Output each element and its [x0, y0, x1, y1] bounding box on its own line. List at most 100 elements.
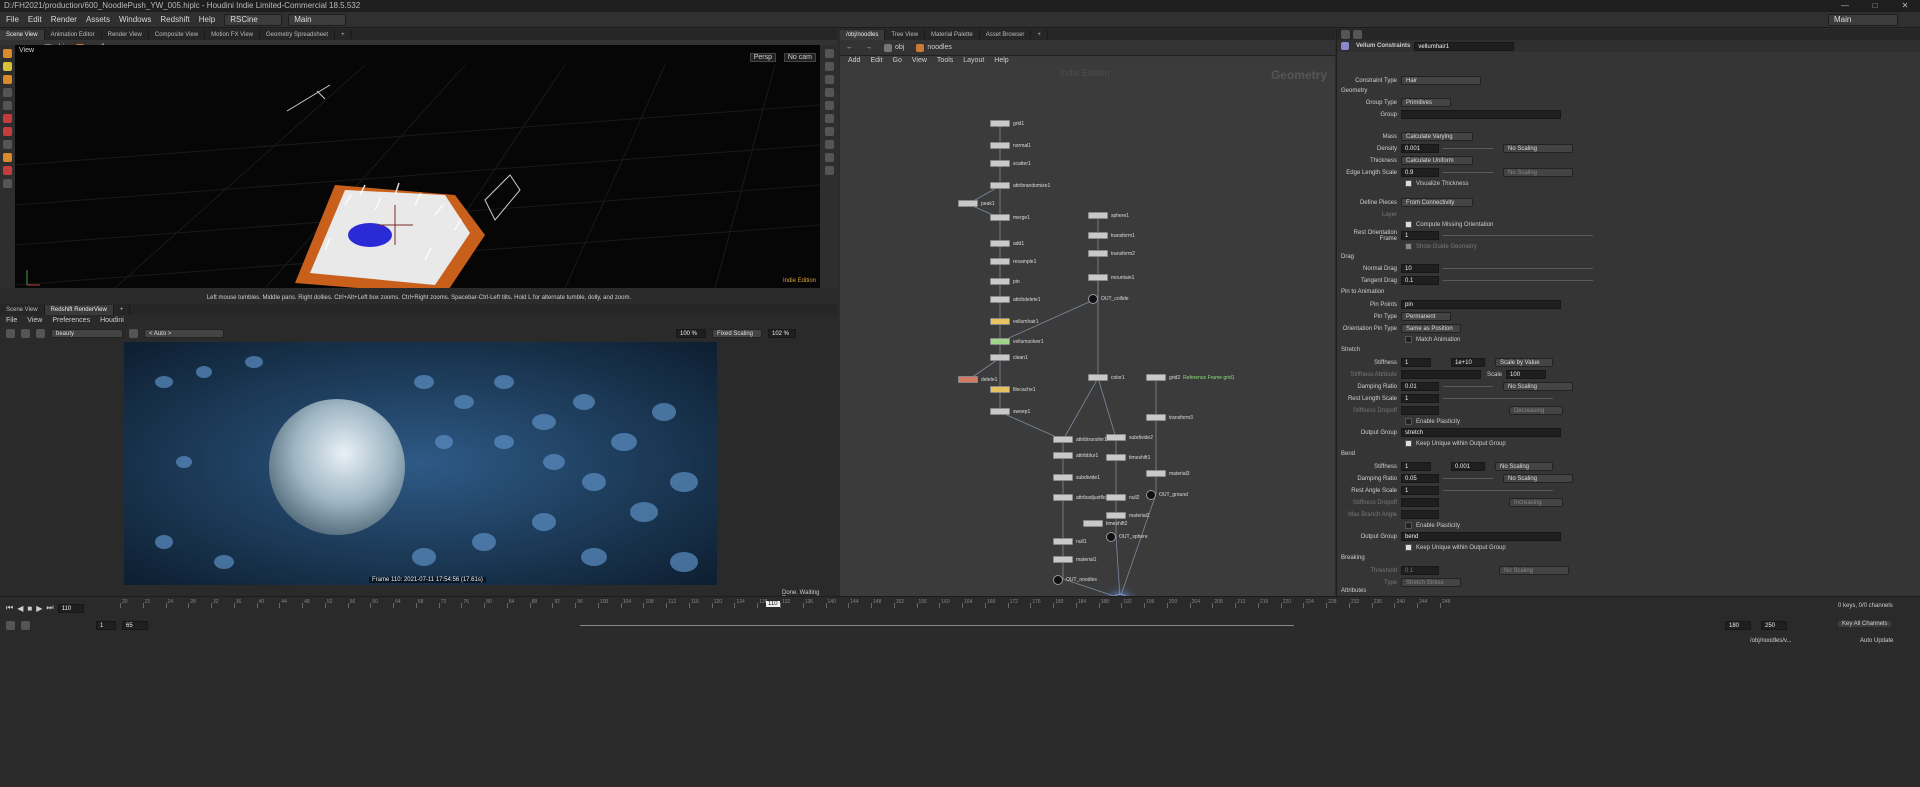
bend-damping-field[interactable]: 0.05: [1401, 474, 1439, 483]
pin-type-select[interactable]: Permanent: [1401, 312, 1451, 321]
stretch-keep-unique-checkbox[interactable]: [1405, 440, 1412, 447]
max-branch-field[interactable]: [1401, 510, 1439, 519]
3d-viewport[interactable]: View Persp No cam Indie Edition: [15, 45, 820, 288]
group-type-select[interactable]: Primitives: [1401, 98, 1451, 107]
geometry-section[interactable]: Geometry: [1341, 88, 1367, 94]
tab-animation-editor[interactable]: Animation Editor: [45, 30, 102, 40]
node-material1[interactable]: material1: [1053, 556, 1097, 563]
bend-stiffness-field[interactable]: 1: [1401, 462, 1431, 471]
node-subdivide2[interactable]: subdivide2: [1106, 434, 1153, 441]
tab-motion-fx-view[interactable]: Motion FX View: [205, 30, 261, 40]
node-null1[interactable]: null1: [1053, 538, 1087, 545]
node-timeshift2[interactable]: timeshift2: [1083, 520, 1127, 527]
tab-redshift-renderview[interactable]: Redshift RenderView: [44, 305, 114, 315]
stretch-damping-field[interactable]: 0.01: [1401, 382, 1439, 391]
lighting-icon[interactable]: [824, 114, 834, 123]
net-menu-tools[interactable]: Tools: [937, 57, 953, 64]
node-material3[interactable]: material3: [1146, 470, 1190, 477]
select-tool-icon[interactable]: [3, 49, 12, 58]
pin-points-field[interactable]: pin: [1401, 300, 1561, 309]
node-color1[interactable]: color1: [1088, 374, 1125, 381]
node-sphere1[interactable]: sphere1: [1088, 212, 1129, 219]
tangent-drag-field[interactable]: 0.1: [1401, 276, 1439, 285]
render-menu-file[interactable]: File: [6, 317, 17, 324]
render-refresh-icon[interactable]: [36, 328, 45, 338]
node-null2[interactable]: null2: [1106, 494, 1140, 501]
tab-render-view[interactable]: Render View: [102, 30, 149, 40]
realtime-icon[interactable]: [6, 621, 15, 630]
ghost-icon[interactable]: [824, 75, 834, 84]
rest-orient-field[interactable]: 1: [1401, 231, 1439, 240]
node-merge1[interactable]: merge1: [990, 214, 1030, 221]
orient-pin-select[interactable]: Same as Position: [1401, 324, 1461, 333]
menu-edit[interactable]: Edit: [28, 15, 42, 24]
network-canvas[interactable]: Indie Edition Geometry grid1 normal1 scatt…: [840, 64, 1335, 596]
rest-angle-field[interactable]: 1: [1401, 486, 1439, 495]
bend-scaling-select[interactable]: No Scaling: [1495, 462, 1553, 471]
move-tool-icon[interactable]: [3, 62, 12, 71]
node-out-collide[interactable]: OUT_collide: [1088, 294, 1129, 304]
stretch-dropoff-select[interactable]: Decreasing: [1509, 406, 1563, 415]
match-anim-checkbox[interactable]: [1405, 336, 1412, 343]
maximize-icon[interactable]: □: [1860, 0, 1890, 12]
node-material2[interactable]: material2: [1106, 512, 1150, 519]
scaling-select[interactable]: Fixed Scaling: [712, 328, 762, 338]
lock-icon[interactable]: [824, 62, 834, 71]
background-icon[interactable]: [824, 166, 834, 175]
node-filecache1[interactable]: filecache1: [990, 386, 1036, 393]
bend-damping-scaling-select[interactable]: No Scaling: [1503, 474, 1573, 483]
bend-dropoff-select[interactable]: Increasing: [1509, 498, 1563, 507]
density-scaling-select[interactable]: No Scaling: [1503, 144, 1573, 153]
density-field[interactable]: 0.001: [1401, 144, 1439, 153]
node-transform1[interactable]: transform1: [1088, 232, 1135, 239]
threshold-scaling-select[interactable]: No Scaling: [1499, 566, 1569, 575]
brush-tool-icon[interactable]: [3, 127, 12, 136]
net-menu-add[interactable]: Add: [848, 57, 860, 64]
net-forward-icon[interactable]: →: [865, 44, 872, 51]
next-frame-icon[interactable]: ⏭: [46, 603, 53, 613]
mass-select[interactable]: Calculate Varying: [1401, 132, 1473, 141]
edge-scaling-select[interactable]: No Scaling: [1503, 168, 1573, 177]
node-subdivide1[interactable]: subdivide1: [1053, 474, 1100, 481]
tab-tree-view[interactable]: Tree View: [885, 30, 926, 40]
range-start-field[interactable]: 65: [122, 621, 148, 630]
node-attribtransfer1[interactable]: attribtransfer1: [1053, 436, 1107, 443]
menu-redshift[interactable]: Redshift: [160, 15, 189, 24]
stiffness-attr-field[interactable]: [1401, 370, 1481, 379]
timeline-ruler[interactable]: 20 21 24 28 32 36 40 44 48 52 56 60 64 68 72 76 80 84 88 92…: [120, 599, 1450, 613]
node-grid1[interactable]: grid1: [990, 120, 1024, 127]
node-transform2[interactable]: transform2: [1088, 250, 1135, 257]
node-attribrandomize1[interactable]: attribrandomize1: [990, 182, 1050, 189]
rest-orient-slider[interactable]: [1443, 235, 1593, 236]
node-vellumsolver1[interactable]: vellumsolver1: [990, 338, 1044, 345]
render-start-icon[interactable]: [6, 328, 15, 338]
bend-plasticity-checkbox[interactable]: [1405, 522, 1412, 529]
range-slider[interactable]: [580, 625, 1294, 626]
drag-section[interactable]: Drag: [1341, 254, 1354, 260]
rest-length-slider[interactable]: [1443, 398, 1553, 399]
bend-dropoff-field[interactable]: [1401, 498, 1439, 507]
stretch-exp-field[interactable]: 1e+10: [1451, 358, 1485, 367]
constraint-type-select[interactable]: Hair: [1401, 76, 1481, 85]
stretch-group-field[interactable]: stretch: [1401, 428, 1561, 437]
node-normal1[interactable]: normal1: [990, 142, 1031, 149]
wireframe-icon[interactable]: [824, 88, 834, 97]
right-desktop-select[interactable]: Main: [1828, 13, 1898, 26]
density-slider[interactable]: [1443, 148, 1493, 149]
crop-icon[interactable]: [129, 328, 138, 338]
scale-by-value-select[interactable]: Scale by Value: [1495, 358, 1553, 367]
menu-file[interactable]: File: [6, 15, 19, 24]
node-out-ground[interactable]: OUT_ground: [1146, 490, 1188, 500]
add-tab-icon[interactable]: +: [335, 30, 352, 40]
close-icon[interactable]: ✕: [1890, 0, 1920, 12]
rest-angle-slider[interactable]: [1443, 490, 1553, 491]
bend-exp-field[interactable]: 0.001: [1451, 462, 1485, 471]
show-guide-checkbox[interactable]: [1405, 243, 1412, 250]
net-back-icon[interactable]: ←: [846, 44, 853, 51]
net-path-noodles[interactable]: noodles: [916, 43, 952, 52]
stretch-stiffness-field[interactable]: 1: [1401, 358, 1431, 367]
menu-assets[interactable]: Assets: [86, 15, 110, 24]
bend-keep-unique-checkbox[interactable]: [1405, 544, 1412, 551]
node-delete1[interactable]: delete1: [958, 376, 997, 383]
record-tool-icon[interactable]: [3, 166, 12, 175]
